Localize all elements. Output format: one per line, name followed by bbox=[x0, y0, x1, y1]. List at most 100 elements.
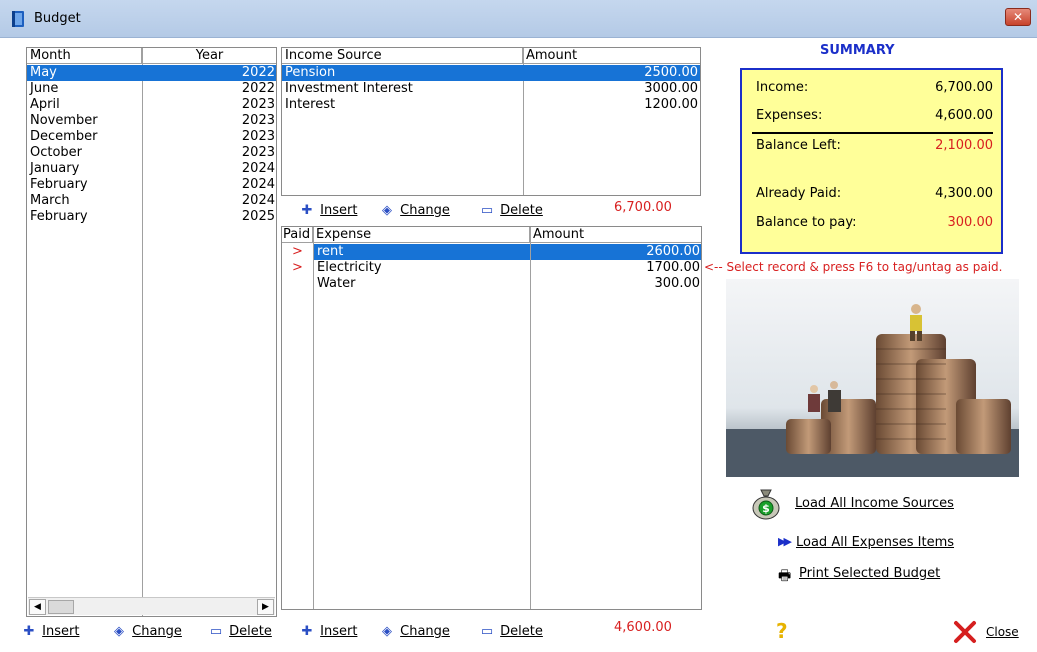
income-row[interactable]: Investment Interest 3000.00 bbox=[282, 81, 700, 97]
expense-paid-cell[interactable] bbox=[282, 276, 313, 292]
income-change-button[interactable]: ◈ Change bbox=[378, 202, 450, 220]
minus-outline-icon: ▭ bbox=[480, 624, 494, 639]
income-row[interactable]: Interest 1200.00 bbox=[282, 97, 700, 113]
income-delete-label: Delete bbox=[500, 203, 543, 218]
summary-balance-to-pay-label: Balance to pay: bbox=[756, 215, 857, 230]
month-row[interactable]: February 2025 bbox=[27, 209, 276, 225]
expense-amount-column-header[interactable]: Amount bbox=[530, 227, 701, 243]
month-year-cell: 2022 bbox=[241, 81, 275, 96]
expense-paid-cell[interactable]: > bbox=[282, 244, 313, 260]
month-row[interactable]: January 2024 bbox=[27, 161, 276, 177]
summary-balance-left-value: 2,100.00 bbox=[935, 138, 993, 153]
summary-balance-to-pay-row: Balance to pay: 300.00 bbox=[756, 215, 993, 233]
print-text: Print Selected Budget bbox=[799, 566, 941, 581]
income-delete-button[interactable]: ▭ Delete bbox=[478, 202, 543, 220]
expense-amount-cell: 2600.00 bbox=[531, 244, 701, 260]
income-source-column-header[interactable]: Income Source bbox=[282, 48, 523, 64]
red-x-icon bbox=[954, 621, 976, 643]
income-grid[interactable]: Income Source Amount Pension 2500.00 Inves… bbox=[281, 47, 701, 196]
month-year-cell: 2022 bbox=[241, 65, 275, 80]
month-year-cell: 2024 bbox=[241, 177, 275, 192]
months-horizontal-scrollbar[interactable]: ◀ ▶ bbox=[28, 597, 275, 615]
summary-already-paid-value: 4,300.00 bbox=[935, 186, 993, 201]
income-insert-button[interactable]: ✚ Insert bbox=[298, 202, 358, 220]
summary-balance-to-pay-value: 300.00 bbox=[947, 215, 994, 230]
expense-amount-cell: 1700.00 bbox=[646, 260, 700, 275]
diamond-arrows-icon: ◈ bbox=[382, 624, 392, 639]
load-all-expenses-label: Load All Expenses Items bbox=[796, 535, 954, 550]
expenses-total: 4,600.00 bbox=[614, 620, 672, 635]
month-month-cell: October bbox=[30, 145, 83, 160]
expense-amount-cell: 300.00 bbox=[654, 276, 701, 291]
month-row[interactable]: May 2022 bbox=[27, 65, 276, 81]
plus-outline-icon: ✚ bbox=[301, 624, 313, 639]
expense-delete-button[interactable]: ▭ Delete bbox=[478, 623, 543, 641]
month-month-cell: March bbox=[30, 193, 70, 208]
diamond-arrows-icon: ◈ bbox=[382, 203, 392, 218]
year-column-header[interactable]: Year bbox=[142, 48, 276, 64]
minus-outline-icon: ▭ bbox=[209, 624, 223, 639]
income-row[interactable]: Pension 2500.00 bbox=[282, 65, 700, 81]
income-amount-cell: 2500.00 bbox=[644, 65, 698, 80]
svg-text:$: $ bbox=[762, 502, 770, 515]
f6-tag-hint: <-- Select record & press F6 to tag/unta… bbox=[704, 260, 1003, 274]
expense-insert-button[interactable]: ✚ Insert bbox=[298, 623, 358, 641]
month-insert-button[interactable]: ✚ Insert bbox=[20, 623, 80, 641]
scroll-thumb[interactable] bbox=[48, 600, 74, 614]
month-row[interactable]: October 2023 bbox=[27, 145, 276, 161]
month-month-cell: May bbox=[30, 65, 57, 80]
budget-window: Budget ✕ Month Year May 2022 June 2022 April… bbox=[0, 0, 1037, 652]
month-month-cell: January bbox=[30, 161, 80, 176]
summary-already-paid-label: Already Paid: bbox=[756, 186, 842, 201]
summary-income-value: 6,700.00 bbox=[935, 80, 993, 95]
month-delete-button[interactable]: ▭ Delete bbox=[207, 623, 272, 641]
month-year-cell: 2023 bbox=[241, 129, 275, 144]
month-row[interactable]: March 2024 bbox=[27, 193, 276, 209]
month-change-button[interactable]: ◈ Change bbox=[110, 623, 182, 641]
plus-outline-icon: ✚ bbox=[23, 624, 35, 639]
month-row[interactable]: April 2023 bbox=[27, 97, 276, 113]
summary-balance-left-row: Balance Left: 2,100.00 bbox=[756, 138, 993, 156]
month-insert-label: Insert bbox=[42, 624, 80, 639]
month-change-label: Change bbox=[132, 624, 182, 639]
scroll-left-icon[interactable]: ◀ bbox=[29, 599, 46, 615]
income-amount-cell: 3000.00 bbox=[644, 81, 698, 96]
load-all-income-label: Load All Income Sources bbox=[795, 496, 954, 511]
month-row[interactable]: December 2023 bbox=[27, 129, 276, 145]
paid-column-header[interactable]: Paid bbox=[282, 227, 313, 243]
month-year-cell: 2025 bbox=[241, 209, 275, 224]
month-row[interactable]: February 2024 bbox=[27, 177, 276, 193]
load-income-text: Load All Income Sources bbox=[795, 496, 954, 511]
summary-expenses-value: 4,600.00 bbox=[935, 108, 993, 123]
month-year-cell: 2023 bbox=[241, 113, 275, 128]
summary-expenses-label: Expenses: bbox=[756, 108, 823, 123]
scroll-right-icon[interactable]: ▶ bbox=[257, 599, 274, 615]
expense-change-label: Change bbox=[400, 624, 450, 639]
coin-stack-image bbox=[726, 279, 1019, 477]
expenses-grid[interactable]: Paid Expense Amount > rent 2600.00 > Electri… bbox=[281, 226, 702, 610]
summary-title: SUMMARY bbox=[820, 43, 895, 58]
summary-income-row: Income: 6,700.00 bbox=[756, 80, 993, 98]
month-column-header[interactable]: Month bbox=[27, 48, 142, 64]
expense-column-header[interactable]: Expense bbox=[313, 227, 530, 243]
summary-divider bbox=[752, 132, 993, 134]
fast-forward-icon: ▶▶ bbox=[778, 535, 792, 548]
print-label: Print Selected Budget bbox=[799, 566, 940, 581]
month-row[interactable]: November 2023 bbox=[27, 113, 276, 129]
window-close-button[interactable]: ✕ bbox=[1005, 8, 1031, 26]
expense-expense-cell: Electricity bbox=[317, 260, 382, 275]
month-year-cell: 2023 bbox=[241, 97, 275, 112]
minus-outline-icon: ▭ bbox=[480, 203, 494, 218]
expense-change-button[interactable]: ◈ Change bbox=[378, 623, 450, 641]
month-year-cell: 2024 bbox=[241, 161, 275, 176]
month-month-cell: June bbox=[30, 81, 59, 96]
title-bar[interactable]: Budget ✕ bbox=[0, 0, 1037, 38]
month-month-cell: February bbox=[30, 209, 88, 224]
month-row[interactable]: June 2022 bbox=[27, 81, 276, 97]
income-amount-column-header[interactable]: Amount bbox=[523, 48, 700, 64]
summary-panel: Income: 6,700.00 Expenses: 4,600.00 Bala… bbox=[740, 68, 1003, 254]
summary-expenses-row: Expenses: 4,600.00 bbox=[756, 108, 993, 126]
help-icon[interactable]: ? bbox=[776, 619, 788, 643]
expense-paid-cell[interactable]: > bbox=[282, 260, 313, 276]
months-grid[interactable]: Month Year May 2022 June 2022 April 2023 Novem… bbox=[26, 47, 277, 617]
